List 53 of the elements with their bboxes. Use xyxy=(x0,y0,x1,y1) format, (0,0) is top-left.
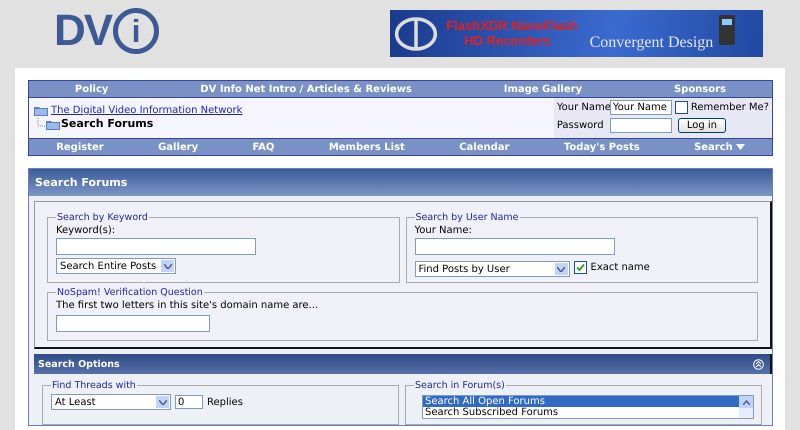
fieldset-legend: Search by User Name xyxy=(414,212,520,223)
panel-title: Search Options xyxy=(38,358,120,370)
question-text: The first two letters in this site's domain name are... xyxy=(56,300,320,311)
nav-link[interactable]: Members List xyxy=(328,142,405,152)
ring-logo-icon xyxy=(394,16,438,52)
list-option[interactable]: Search Subscribed Forums xyxy=(423,407,739,418)
nav-link[interactable]: Search xyxy=(694,142,745,152)
checkbox[interactable] xyxy=(574,261,586,274)
replies-field[interactable]: 0 xyxy=(175,395,203,409)
nav-link[interactable]: Today's Posts xyxy=(564,142,640,152)
panel-title: Search Forums xyxy=(35,176,128,189)
nav-link[interactable]: Register xyxy=(56,142,104,152)
username-field[interactable]: Your Name xyxy=(610,100,672,115)
device-icon xyxy=(719,14,736,44)
username-field[interactable] xyxy=(414,238,614,255)
scrollbar[interactable] xyxy=(739,396,753,418)
chevron-down-icon xyxy=(158,400,166,404)
collapse-icon[interactable] xyxy=(753,358,764,370)
nav-link[interactable]: Gallery xyxy=(158,142,198,152)
page-title: Search Forums xyxy=(61,117,154,130)
nav-link[interactable]: DV Info Net Intro / Articles & Reviews xyxy=(200,84,412,94)
fieldset-legend: Search by Keyword xyxy=(56,212,149,223)
field-label: Your Name: xyxy=(414,225,473,236)
nav-link[interactable]: Sponsors xyxy=(674,84,726,94)
checkbox[interactable] xyxy=(674,101,688,114)
nav-link[interactable]: Policy xyxy=(74,84,108,94)
fieldset-legend: Search in Forum(s) xyxy=(414,380,506,391)
keyword-field[interactable] xyxy=(56,238,256,255)
checkbox-label: Exact name xyxy=(590,262,650,273)
checkbox-label: Remember Me? xyxy=(690,102,769,113)
site-logo[interactable]: DV i xyxy=(54,6,160,56)
dropdown[interactable]: Find Posts by User xyxy=(414,261,570,277)
password-field[interactable] xyxy=(610,118,672,133)
folder-icon xyxy=(34,105,48,116)
dropdown[interactable]: At Least xyxy=(51,394,171,410)
fieldset-legend: NoSpam! Verification Question xyxy=(56,287,204,298)
scroll-up-icon xyxy=(742,400,750,404)
breadcrumb-link[interactable]: The Digital Video Information Network xyxy=(51,105,242,116)
field-label: Replies xyxy=(207,396,243,408)
list-option[interactable]: Search All Open Forums xyxy=(423,396,739,407)
login-button[interactable]: Log in xyxy=(678,118,726,133)
chevron-down-icon xyxy=(557,266,565,272)
chevron-down-icon xyxy=(164,264,172,268)
nav-link[interactable]: Image Gallery xyxy=(504,84,582,94)
field-label: Keyword(s): xyxy=(56,225,116,236)
dropdown-arrow-icon xyxy=(736,144,745,150)
nav-link[interactable]: Calendar xyxy=(459,142,510,152)
fieldset-legend: Find Threads with xyxy=(51,380,137,391)
dropdown[interactable]: Search Entire Posts xyxy=(56,258,176,274)
answer-field[interactable] xyxy=(56,315,210,332)
field-label: Password xyxy=(556,120,605,131)
nav-link[interactable]: FAQ xyxy=(252,142,274,152)
banner-ad[interactable]: FlashXDR NanoFlash HD Recorders Convergent Design xyxy=(390,10,764,57)
